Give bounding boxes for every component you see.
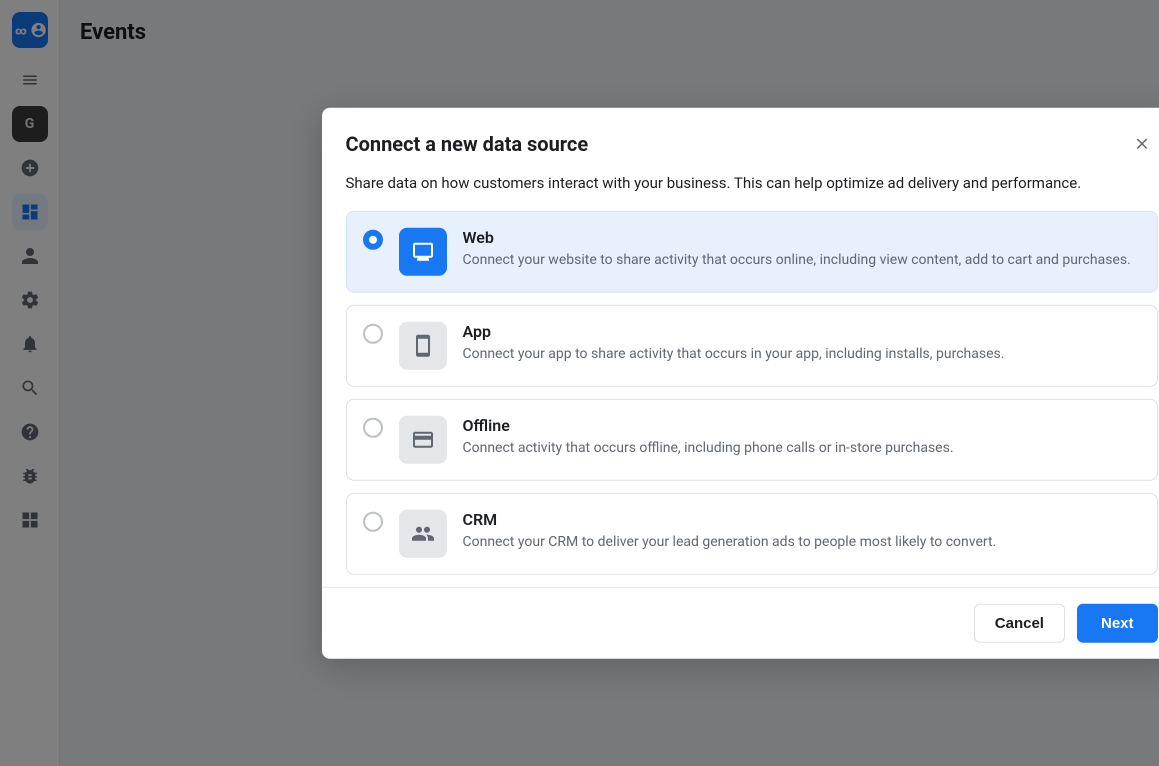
offline-option-text: Offline Connect activity that occurs off…	[463, 415, 1141, 458]
crm-option-desc: Connect your CRM to deliver your lead ge…	[463, 532, 1141, 552]
web-option-title: Web	[463, 227, 1141, 246]
modal-footer: Cancel Next	[322, 586, 1159, 658]
crm-icon-box	[399, 509, 447, 557]
crm-option-title: CRM	[463, 509, 1141, 528]
option-crm[interactable]: CRM Connect your CRM to deliver your lea…	[346, 492, 1158, 574]
app-option-text: App Connect your app to share activity t…	[463, 321, 1141, 364]
radio-web[interactable]	[363, 229, 383, 249]
option-app[interactable]: App Connect your app to share activity t…	[346, 304, 1158, 386]
radio-offline[interactable]	[363, 417, 383, 437]
app-option-title: App	[463, 321, 1141, 340]
web-option-desc: Connect your website to share activity t…	[463, 250, 1141, 270]
web-icon-box	[399, 227, 447, 275]
modal-title: Connect a new data source	[346, 132, 589, 156]
radio-app[interactable]	[363, 323, 383, 343]
modal-description: Share data on how customers interact wit…	[322, 172, 1159, 211]
crm-option-text: CRM Connect your CRM to deliver your lea…	[463, 509, 1141, 552]
modal-close-button[interactable]	[1126, 128, 1158, 160]
web-option-text: Web Connect your website to share activi…	[463, 227, 1141, 270]
cancel-button[interactable]: Cancel	[974, 603, 1065, 642]
option-web[interactable]: Web Connect your website to share activi…	[346, 210, 1158, 292]
modal-dialog: ▲ ▼ Connect a new data source Share data…	[322, 108, 1159, 659]
app-icon-box	[399, 321, 447, 369]
modal-options-list: Web Connect your website to share activi…	[322, 210, 1159, 574]
next-button[interactable]: Next	[1077, 603, 1158, 642]
app-option-desc: Connect your app to share activity that …	[463, 344, 1141, 364]
modal-header: Connect a new data source	[322, 108, 1159, 172]
option-offline[interactable]: Offline Connect activity that occurs off…	[346, 398, 1158, 480]
radio-crm[interactable]	[363, 511, 383, 531]
offline-option-desc: Connect activity that occurs offline, in…	[463, 438, 1141, 458]
offline-option-title: Offline	[463, 415, 1141, 434]
offline-icon-box	[399, 415, 447, 463]
